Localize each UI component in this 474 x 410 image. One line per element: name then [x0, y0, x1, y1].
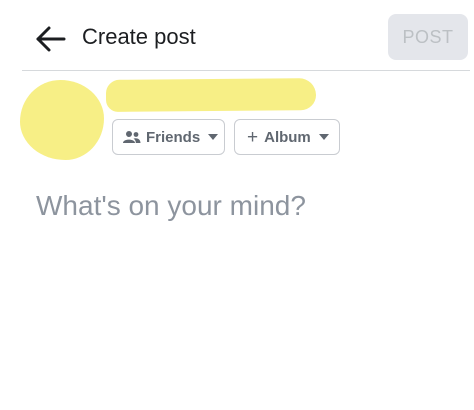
arrow-left-icon [36, 26, 66, 52]
post-button[interactable]: POST [388, 14, 468, 60]
header-divider [22, 70, 470, 71]
audience-label: Friends [146, 128, 201, 146]
plus-icon: + [247, 126, 259, 148]
post-composer-input[interactable] [36, 186, 456, 226]
album-selector-button[interactable]: + Album [234, 119, 340, 155]
caret-down-icon [318, 134, 329, 140]
people-icon [123, 130, 141, 144]
audience-selector-button[interactable]: Friends [112, 119, 225, 155]
top-bar: Create post POST [0, 0, 474, 70]
user-name-redacted [105, 78, 317, 112]
album-label: Album [264, 128, 311, 146]
page-title: Create post [82, 24, 196, 49]
caret-down-icon [208, 134, 219, 140]
avatar-redacted [20, 80, 104, 160]
back-button[interactable] [34, 22, 68, 56]
